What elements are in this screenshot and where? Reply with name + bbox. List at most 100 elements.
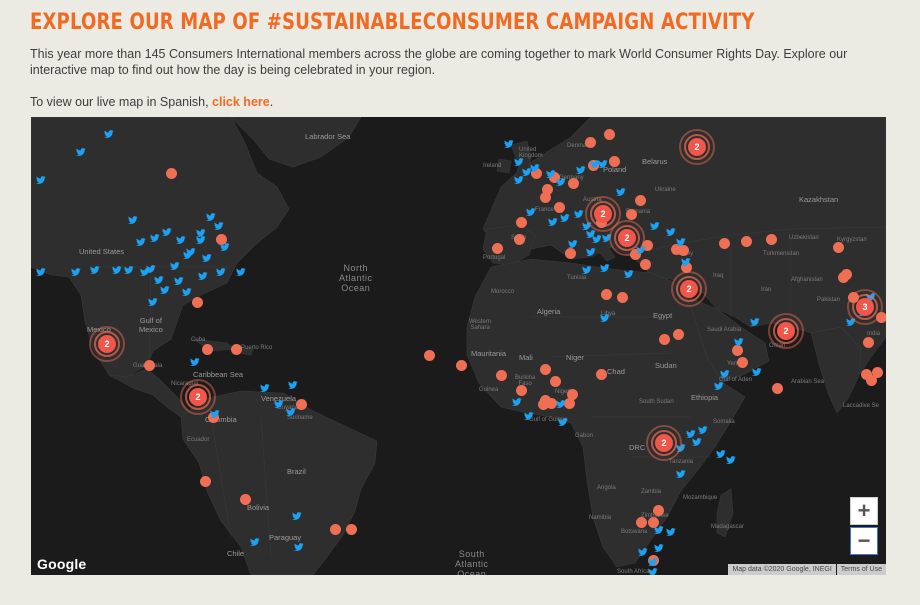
- twitter-bird-icon[interactable]: [174, 272, 184, 285]
- twitter-bird-icon[interactable]: [286, 403, 296, 416]
- event-marker[interactable]: [871, 366, 883, 378]
- event-marker[interactable]: [549, 375, 561, 387]
- twitter-bird-icon[interactable]: [236, 263, 246, 276]
- event-marker[interactable]: [491, 242, 503, 254]
- twitter-bird-icon[interactable]: [720, 365, 730, 378]
- twitter-bird-icon[interactable]: [36, 171, 46, 184]
- twitter-bird-icon[interactable]: [182, 283, 192, 296]
- twitter-bird-icon[interactable]: [624, 265, 634, 278]
- twitter-bird-icon[interactable]: [36, 263, 46, 276]
- event-marker[interactable]: [230, 343, 242, 355]
- twitter-bird-icon[interactable]: [162, 223, 172, 236]
- event-marker[interactable]: [634, 194, 646, 206]
- event-marker[interactable]: [600, 288, 612, 300]
- event-marker[interactable]: [740, 235, 752, 247]
- twitter-bird-icon[interactable]: [726, 451, 736, 464]
- twitter-bird-icon[interactable]: [582, 261, 592, 274]
- twitter-bird-icon[interactable]: [586, 243, 596, 256]
- event-marker[interactable]: [603, 128, 615, 140]
- twitter-bird-icon[interactable]: [598, 155, 608, 168]
- twitter-bird-icon[interactable]: [160, 281, 170, 294]
- event-cluster[interactable]: 2: [671, 271, 707, 307]
- event-marker[interactable]: [539, 191, 551, 203]
- twitter-bird-icon[interactable]: [260, 379, 270, 392]
- event-marker[interactable]: [765, 233, 777, 245]
- twitter-bird-icon[interactable]: [112, 261, 122, 274]
- twitter-bird-icon[interactable]: [90, 261, 100, 274]
- twitter-bird-icon[interactable]: [648, 563, 658, 575]
- twitter-bird-icon[interactable]: [140, 263, 150, 276]
- twitter-bird-icon[interactable]: [216, 263, 226, 276]
- twitter-bird-icon[interactable]: [150, 229, 160, 242]
- twitter-bird-icon[interactable]: [136, 233, 146, 246]
- event-marker[interactable]: [513, 233, 525, 245]
- twitter-bird-icon[interactable]: [148, 293, 158, 306]
- zoom-out-button[interactable]: −: [850, 527, 878, 555]
- spanish-map-link[interactable]: click here: [212, 95, 270, 109]
- twitter-bird-icon[interactable]: [198, 267, 208, 280]
- event-marker[interactable]: [584, 136, 596, 148]
- twitter-bird-icon[interactable]: [676, 233, 686, 246]
- event-marker[interactable]: [423, 349, 435, 361]
- twitter-bird-icon[interactable]: [650, 217, 660, 230]
- twitter-bird-icon[interactable]: [526, 203, 536, 216]
- twitter-bird-icon[interactable]: [600, 259, 610, 272]
- twitter-bird-icon[interactable]: [752, 363, 762, 376]
- event-marker[interactable]: [295, 398, 307, 410]
- twitter-bird-icon[interactable]: [556, 395, 566, 408]
- twitter-bird-icon[interactable]: [292, 507, 302, 520]
- twitter-bird-icon[interactable]: [546, 165, 556, 178]
- twitter-bird-icon[interactable]: [558, 413, 568, 426]
- event-cluster[interactable]: 2: [679, 129, 715, 165]
- event-marker[interactable]: [595, 368, 607, 380]
- event-marker[interactable]: [455, 359, 467, 371]
- event-marker[interactable]: [566, 388, 578, 400]
- twitter-bird-icon[interactable]: [568, 235, 578, 248]
- twitter-bird-icon[interactable]: [692, 433, 702, 446]
- twitter-bird-icon[interactable]: [576, 161, 586, 174]
- event-cluster[interactable]: 3: [847, 289, 883, 325]
- twitter-bird-icon[interactable]: [206, 208, 216, 221]
- twitter-bird-icon[interactable]: [514, 153, 524, 166]
- event-marker[interactable]: [165, 167, 177, 179]
- twitter-bird-icon[interactable]: [183, 246, 193, 259]
- twitter-bird-icon[interactable]: [104, 125, 114, 138]
- twitter-bird-icon[interactable]: [648, 553, 658, 566]
- twitter-bird-icon[interactable]: [274, 395, 284, 408]
- twitter-bird-icon[interactable]: [681, 253, 691, 266]
- event-marker[interactable]: [191, 296, 203, 308]
- event-marker[interactable]: [608, 155, 620, 167]
- event-marker[interactable]: [635, 516, 647, 528]
- twitter-bird-icon[interactable]: [170, 257, 180, 270]
- event-cluster[interactable]: 2: [89, 326, 125, 362]
- event-cluster[interactable]: 2: [609, 220, 645, 256]
- twitter-bird-icon[interactable]: [714, 377, 724, 390]
- twitter-bird-icon[interactable]: [638, 543, 648, 556]
- twitter-bird-icon[interactable]: [190, 353, 200, 366]
- event-marker[interactable]: [567, 177, 579, 189]
- event-marker[interactable]: [329, 523, 341, 535]
- twitter-bird-icon[interactable]: [530, 159, 540, 172]
- event-marker[interactable]: [658, 333, 670, 345]
- campaign-map[interactable]: Labrador Sea North Atlantic Ocean South …: [31, 117, 886, 575]
- twitter-bird-icon[interactable]: [124, 261, 134, 274]
- event-marker[interactable]: [239, 493, 251, 505]
- twitter-bird-icon[interactable]: [512, 393, 522, 406]
- twitter-bird-icon[interactable]: [698, 421, 708, 434]
- event-marker[interactable]: [539, 363, 551, 375]
- event-marker[interactable]: [564, 247, 576, 259]
- event-cluster[interactable]: 2: [180, 379, 216, 415]
- event-marker[interactable]: [495, 369, 507, 381]
- event-marker[interactable]: [771, 382, 783, 394]
- twitter-bird-icon[interactable]: [524, 407, 534, 420]
- event-marker[interactable]: [731, 344, 743, 356]
- event-marker[interactable]: [832, 241, 844, 253]
- event-marker[interactable]: [545, 397, 557, 409]
- event-marker[interactable]: [862, 336, 874, 348]
- twitter-bird-icon[interactable]: [666, 223, 676, 236]
- twitter-bird-icon[interactable]: [288, 376, 298, 389]
- twitter-bird-icon[interactable]: [76, 143, 86, 156]
- event-cluster[interactable]: 2: [768, 313, 804, 349]
- terms-of-use-link[interactable]: Terms of Use: [836, 564, 886, 575]
- twitter-bird-icon[interactable]: [666, 523, 676, 536]
